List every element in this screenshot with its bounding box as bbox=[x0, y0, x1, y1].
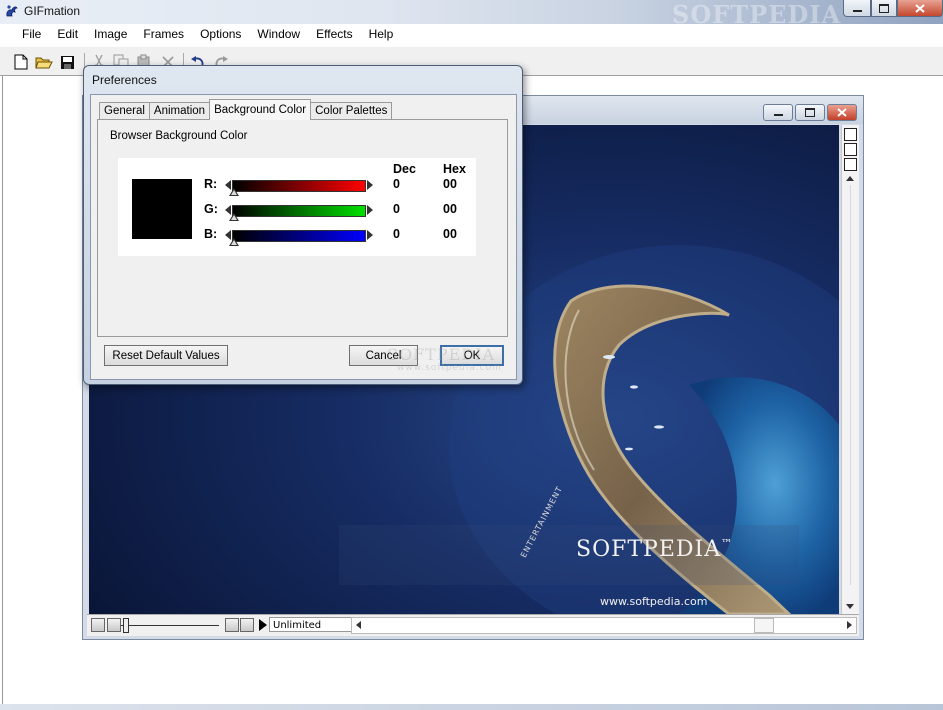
scroll-left-icon[interactable] bbox=[356, 621, 361, 629]
tab-color-palettes[interactable]: Color Palettes bbox=[310, 102, 393, 120]
next-frame-button[interactable] bbox=[240, 618, 254, 632]
watermark-url: www.softpedia.com bbox=[600, 595, 708, 608]
gifmation-app-icon bbox=[6, 5, 18, 17]
minimize-icon bbox=[773, 114, 783, 116]
crop-tool-icon[interactable] bbox=[844, 158, 857, 171]
dec-column-header: Dec bbox=[393, 162, 416, 176]
scroll-track bbox=[850, 185, 851, 585]
new-file-icon bbox=[14, 54, 28, 70]
horizontal-scrollbar[interactable] bbox=[351, 617, 857, 634]
image-window-controls bbox=[763, 104, 857, 121]
dialog-title: Preferences bbox=[92, 73, 157, 87]
blue-dec-value: 0 bbox=[393, 227, 400, 241]
green-increase-icon[interactable] bbox=[367, 205, 373, 215]
save-disk-icon bbox=[60, 55, 74, 69]
red-slider-track[interactable] bbox=[232, 180, 366, 192]
step-button[interactable] bbox=[107, 618, 121, 632]
play-icon[interactable] bbox=[259, 619, 267, 631]
menu-help[interactable]: Help bbox=[361, 24, 402, 46]
taskbar-edge bbox=[0, 704, 943, 710]
frame-slider-track bbox=[121, 625, 219, 626]
menu-frames[interactable]: Frames bbox=[135, 24, 192, 46]
save-button[interactable] bbox=[58, 53, 76, 71]
blue-label: B: bbox=[204, 227, 218, 241]
maximize-button[interactable] bbox=[871, 0, 897, 17]
color-editor: Dec Hex R: 0 00 G: 0 00 B: 0 00 bbox=[118, 158, 476, 256]
watermark-brand-text: SOFTPEDIA bbox=[576, 537, 722, 562]
green-dec-value: 0 bbox=[393, 202, 400, 216]
open-folder-icon bbox=[35, 57, 53, 68]
blue-slider-handle[interactable] bbox=[229, 238, 239, 246]
window-title: GIFmation bbox=[24, 4, 81, 18]
red-slider-handle[interactable] bbox=[229, 188, 239, 196]
scroll-right-icon[interactable] bbox=[847, 621, 852, 629]
red-hex-value: 00 bbox=[443, 177, 457, 191]
zoom-tool-icon[interactable] bbox=[844, 128, 857, 141]
group-label: Browser Background Color bbox=[110, 130, 248, 142]
blue-increase-icon[interactable] bbox=[367, 230, 373, 240]
animation-controls-bar: Unlimited bbox=[87, 614, 859, 636]
preferences-dialog: Preferences General Animation Background… bbox=[83, 65, 523, 385]
reset-default-values-button[interactable]: Reset Default Values bbox=[104, 345, 228, 366]
green-slider-handle[interactable] bbox=[229, 213, 239, 221]
dialog-body: General Animation Background Color Color… bbox=[90, 94, 517, 380]
menu-edit[interactable]: Edit bbox=[49, 24, 86, 46]
image-window-close-button[interactable] bbox=[827, 104, 857, 121]
dialog-watermark-url: www.softpedia.com bbox=[397, 363, 502, 373]
image-window-minimize-button[interactable] bbox=[763, 104, 793, 121]
tab-animation[interactable]: Animation bbox=[148, 102, 211, 120]
frame-tool-icon[interactable] bbox=[844, 143, 857, 156]
image-window-restore-button[interactable] bbox=[795, 104, 825, 121]
menu-effects[interactable]: Effects bbox=[308, 24, 360, 46]
tab-general[interactable]: General bbox=[99, 102, 150, 120]
color-preview-swatch bbox=[132, 179, 192, 239]
red-label: R: bbox=[204, 177, 218, 191]
scroll-up-icon[interactable] bbox=[846, 176, 854, 181]
menu-image[interactable]: Image bbox=[86, 24, 135, 46]
watermark-brand: SOFTPEDIA™ bbox=[576, 537, 733, 562]
preferences-tabs: General Animation Background Color Color… bbox=[99, 99, 393, 120]
stop-button[interactable] bbox=[91, 618, 105, 632]
close-icon bbox=[837, 108, 847, 117]
red-dec-value: 0 bbox=[393, 177, 400, 191]
title-bar: GIFmation SOFTPEDIA bbox=[0, 0, 943, 29]
new-button[interactable] bbox=[12, 53, 30, 71]
menu-bar: File Edit Image Frames Options Window Ef… bbox=[0, 24, 943, 46]
vertical-scrollbar[interactable] bbox=[841, 125, 859, 614]
scroll-down-icon[interactable] bbox=[846, 604, 854, 609]
blue-hex-value: 00 bbox=[443, 227, 457, 241]
minimize-icon bbox=[852, 10, 862, 12]
menu-options[interactable]: Options bbox=[192, 24, 249, 46]
green-slider-track[interactable] bbox=[232, 205, 366, 217]
menu-file[interactable]: File bbox=[14, 24, 49, 46]
hex-column-header: Hex bbox=[443, 162, 466, 176]
restore-icon bbox=[805, 108, 815, 117]
green-label: G: bbox=[204, 202, 218, 216]
trademark-symbol: ™ bbox=[721, 537, 734, 550]
close-button[interactable] bbox=[897, 0, 943, 17]
frame-slider-handle[interactable] bbox=[123, 618, 129, 633]
horizontal-scroll-thumb[interactable] bbox=[754, 618, 774, 633]
red-increase-icon[interactable] bbox=[367, 180, 373, 190]
background-color-panel: Browser Background Color Dec Hex R: 0 00… bbox=[97, 119, 508, 337]
tab-background-color[interactable]: Background Color bbox=[209, 99, 312, 120]
dialog-watermark: SOFTPEDIA bbox=[387, 345, 495, 364]
close-icon bbox=[915, 3, 925, 13]
window-controls bbox=[843, 0, 943, 18]
minimize-button[interactable] bbox=[843, 0, 871, 17]
green-hex-value: 00 bbox=[443, 202, 457, 216]
open-button[interactable] bbox=[35, 53, 53, 71]
menu-window[interactable]: Window bbox=[249, 24, 308, 46]
maximize-icon bbox=[879, 3, 889, 13]
previous-frame-button[interactable] bbox=[225, 618, 239, 632]
blue-slider-track[interactable] bbox=[232, 230, 366, 242]
